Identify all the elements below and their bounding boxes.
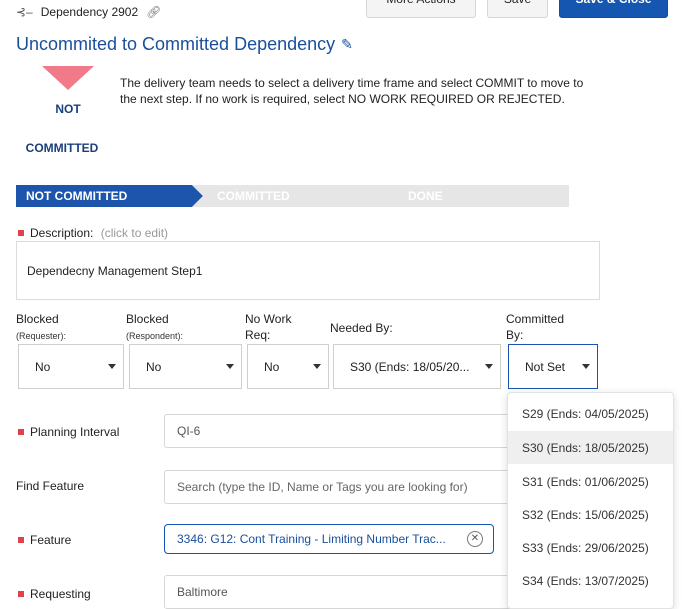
find-feature-label: Find Feature xyxy=(16,478,84,494)
breadcrumb-label: Dependency 2902 xyxy=(40,5,139,19)
dropdown-option[interactable]: S32 (Ends: 15/06/2025) xyxy=(508,498,673,531)
save-close-button[interactable]: Save & Close xyxy=(559,0,668,18)
needed-by-value: S30 (Ends: 18/05/20... xyxy=(350,359,470,374)
page-title: Uncommited to Committed Dependency ✎ xyxy=(16,34,353,55)
blocked-respondent-value: No xyxy=(146,359,162,374)
description-box[interactable]: Dependecny Management Step1 xyxy=(16,241,600,300)
blocked-respondent-sub: (Respondent): xyxy=(126,331,184,341)
required-marker xyxy=(18,591,24,597)
planning-interval-label: Planning Interval xyxy=(18,424,119,440)
feature-label: Feature xyxy=(18,532,71,548)
planning-interval-value: QI-6 xyxy=(177,424,201,438)
feature-value: 3346: G12: Cont Training - Limiting Numb… xyxy=(177,532,446,546)
feature-field[interactable]: 3346: G12: Cont Training - Limiting Numb… xyxy=(164,524,494,554)
required-marker xyxy=(18,230,24,236)
breadcrumb: ⊰– Dependency 2902 🔗︎ xyxy=(16,5,161,19)
status-badge-shape-icon xyxy=(42,66,94,90)
no-work-label-line2: Req: xyxy=(245,328,271,342)
requesting-field[interactable]: Baltimore xyxy=(164,575,524,609)
needed-by-select[interactable]: S30 (Ends: 18/05/20... xyxy=(333,344,501,389)
blocked-requester-label: Blocked (Requester): xyxy=(16,311,66,344)
description-value: Dependecny Management Step1 xyxy=(27,264,203,278)
planning-interval-label-text: Planning Interval xyxy=(30,425,120,439)
dropdown-option[interactable]: S30 (Ends: 18/05/2025) xyxy=(508,431,673,464)
feature-label-text: Feature xyxy=(30,533,72,547)
dropdown-option[interactable]: S33 (Ends: 29/06/2025) xyxy=(508,531,673,564)
save-button[interactable]: Save xyxy=(487,0,548,18)
dropdown-option[interactable]: S31 (Ends: 01/06/2025) xyxy=(508,465,673,498)
committed-by-label-line1: Committed xyxy=(506,312,565,326)
blocked-requester-select[interactable]: No xyxy=(18,344,124,389)
chevron-down-icon xyxy=(226,364,234,369)
blocked-respondent-select[interactable]: No xyxy=(129,344,242,389)
step-committed[interactable]: COMMITTED xyxy=(207,185,377,207)
dependency-icon: ⊰– xyxy=(16,5,33,19)
committed-by-label-line2: By: xyxy=(506,328,524,342)
needed-by-label-text: Needed By: xyxy=(330,321,393,335)
chevron-down-icon xyxy=(485,364,493,369)
description-hint[interactable]: (click to edit) xyxy=(101,226,168,240)
no-work-label-line1: No Work xyxy=(245,312,292,326)
chevron-down-icon xyxy=(108,364,116,369)
blocked-requester-label-text: Blocked xyxy=(16,312,59,326)
committed-by-dropdown: S29 (Ends: 04/05/2025) S30 (Ends: 18/05/… xyxy=(507,392,674,609)
status-badge-top: NOT xyxy=(55,102,81,116)
requesting-value: Baltimore xyxy=(177,585,228,599)
planning-interval-field[interactable]: QI-6 xyxy=(164,414,524,448)
required-marker xyxy=(18,429,24,435)
clear-icon[interactable]: ✕ xyxy=(467,531,483,547)
find-feature-input[interactable]: Search (type the ID, Name or Tags you ar… xyxy=(164,470,524,504)
requesting-label: Requesting xyxy=(18,586,91,602)
find-feature-label-text: Find Feature xyxy=(16,479,85,493)
dropdown-option[interactable]: S34 (Ends: 13/07/2025) xyxy=(508,564,673,597)
title-text: Uncommited to Committed Dependency xyxy=(16,34,336,54)
step-done[interactable]: DONE xyxy=(398,185,568,207)
description-label: Description: (click to edit) xyxy=(18,225,168,241)
requesting-label-text: Requesting xyxy=(30,587,91,601)
status-message: The delivery team needs to select a deli… xyxy=(120,76,584,106)
needed-by-label: Needed By: xyxy=(330,320,393,336)
no-work-select[interactable]: No xyxy=(247,344,329,389)
committed-by-label: Committed By: xyxy=(506,311,564,343)
chevron-down-icon xyxy=(582,364,590,369)
required-marker xyxy=(18,537,24,543)
blocked-requester-value: No xyxy=(35,359,51,374)
status-badge: NOT COMMITTED xyxy=(16,66,120,156)
committed-by-value: Not Set xyxy=(525,359,566,374)
blocked-requester-sub: (Requester): xyxy=(16,331,67,341)
more-actions-button[interactable]: More Actions xyxy=(366,0,476,18)
description-label-text: Description: xyxy=(30,226,94,240)
no-work-label: No Work Req: xyxy=(245,311,291,343)
blocked-respondent-label-text: Blocked xyxy=(126,312,169,326)
status-badge-bottom: COMMITTED xyxy=(25,141,99,155)
committed-by-select[interactable]: Not Set xyxy=(508,344,598,389)
step-not-committed[interactable]: NOT COMMITTED xyxy=(16,185,192,207)
dropdown-option[interactable]: S29 (Ends: 04/05/2025) xyxy=(508,397,673,430)
link-icon[interactable]: 🔗︎ xyxy=(146,5,161,19)
find-feature-placeholder: Search (type the ID, Name or Tags you ar… xyxy=(177,480,468,494)
chevron-down-icon xyxy=(313,364,321,369)
no-work-value: No xyxy=(264,359,280,374)
blocked-respondent-label: Blocked (Respondent): xyxy=(126,311,183,344)
edit-pencil-icon[interactable]: ✎ xyxy=(341,36,353,53)
